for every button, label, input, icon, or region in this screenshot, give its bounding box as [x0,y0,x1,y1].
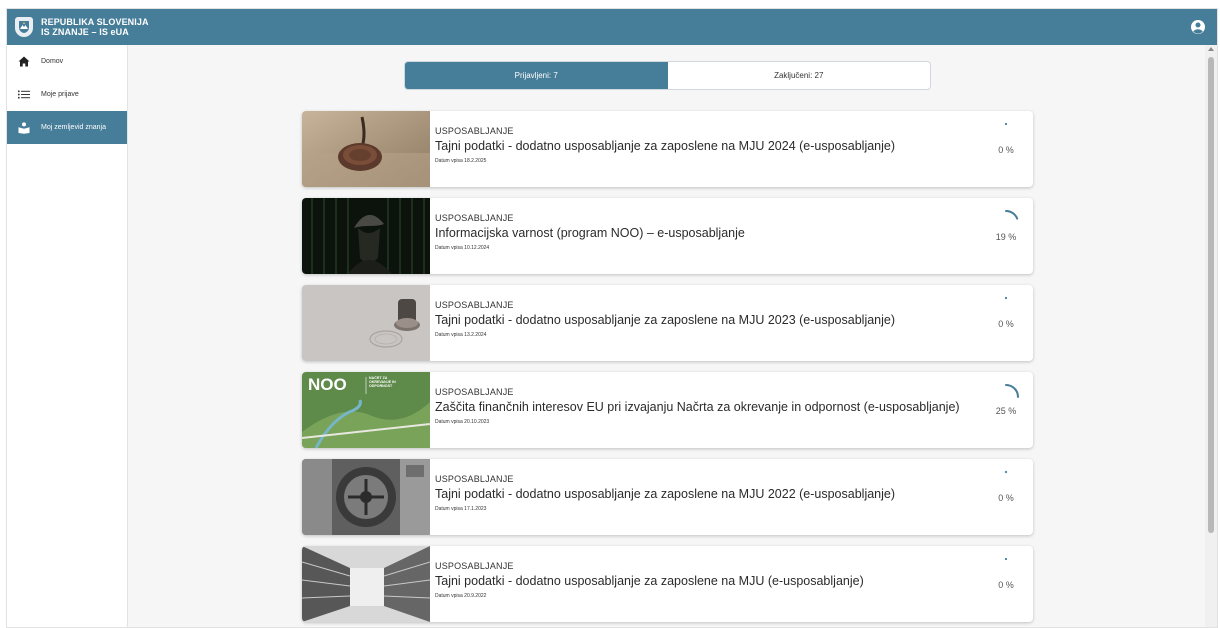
progress-ring: 25 % [989,380,1023,440]
course-title: Zaščita finančnih interesov EU pri izvaj… [435,400,960,414]
course-enrol-date: Datum vpisa 20.10.2023 [435,419,490,425]
sidebar: Domov Moje prijave Moj zemljevid znanja [7,45,128,627]
sidebar-item-label: Moj zemljevid znanja [41,124,106,131]
reader-icon [17,121,31,134]
course-card[interactable]: USPOSABLJANJE Tajni podatki - dodatno us… [302,546,1033,622]
scroll-up-arrow-icon[interactable] [1208,47,1214,51]
progress-ring: 0 % [989,293,1023,353]
scrollbar-thumb[interactable] [1208,57,1214,533]
course-enrol-date: Datum vpisa 20.9.2022 [435,593,487,599]
progress-start-dot [1004,470,1008,474]
tab-prijavljeni[interactable]: Prijavljeni: 7 [405,62,668,89]
progress-percent: 0 % [998,319,1014,329]
course-thumbnail-stamp [302,285,430,361]
course-category: USPOSABLJANJE [435,213,514,223]
course-enrol-date: Datum vpisa 17.1.2023 [435,506,487,512]
brand-line-1: REPUBLIKA SLOVENIJA [41,17,149,27]
sidebar-item-domov[interactable]: Domov [7,45,127,78]
progress-ring: 0 % [989,554,1023,614]
top-bar: REPUBLIKA SLOVENIJA IS ZNANJE – IS eUA [7,9,1217,45]
course-thumbnail-noo: NOO NAČRT ZA OKREVANJE IN ODPORNOST [302,372,430,448]
coat-of-arms-icon [15,17,33,37]
course-enrol-date: Datum vpisa 18.2.2025 [435,158,487,164]
progress-percent: 0 % [998,493,1014,503]
noo-caption: NAČRT ZA OKREVANJE IN ODPORNOST [369,376,396,389]
course-thumbnail-wax-seal [302,111,430,187]
brand-line-2: IS ZNANJE – IS eUA [41,27,129,37]
course-card[interactable]: USPOSABLJANJE Tajni podatki - dodatno us… [302,285,1033,361]
progress-start-dot [1004,122,1008,126]
app-window: REPUBLIKA SLOVENIJA IS ZNANJE – IS eUA D… [6,8,1218,628]
progress-ring: 19 % [989,206,1023,266]
sidebar-item-label: Domov [41,58,64,65]
status-tabs: Prijavljeni: 7 Zaključeni: 27 [404,61,931,90]
course-title: Informacijska varnost (program NOO) – e-… [435,226,745,240]
progress-arc-fill [1005,210,1019,220]
tab-zakljuceni[interactable]: Zaključeni: 27 [668,62,931,89]
course-card[interactable]: USPOSABLJANJE Tajni podatki - dodatno us… [302,459,1033,535]
progress-arc-fill [1005,384,1019,398]
course-category: USPOSABLJANJE [435,474,514,484]
progress-start-dot [1004,296,1008,300]
course-category: USPOSABLJANJE [435,561,514,571]
progress-percent: 19 % [995,232,1017,242]
sidebar-item-moje-prijave[interactable]: Moje prijave [7,78,127,111]
course-list: USPOSABLJANJE Tajni podatki - dodatno us… [302,111,1033,627]
course-card[interactable]: NOO NAČRT ZA OKREVANJE IN ODPORNOST USPO… [302,372,1033,448]
brand[interactable]: REPUBLIKA SLOVENIJA IS ZNANJE – IS eUA [41,17,149,37]
sidebar-item-zemljevid-znanja[interactable]: Moj zemljevid znanja [7,111,127,144]
progress-start-dot [1004,557,1008,561]
course-enrol-date: Datum vpisa 10.12.2024 [435,245,490,251]
main-content: Prijavljeni: 7 Zaključeni: 27 USPOSABLJA… [128,45,1207,627]
course-thumbnail-vault [302,459,430,535]
course-title: Tajni podatki - dodatno usposabljanje za… [435,574,864,588]
course-card[interactable]: USPOSABLJANJE Informacijska varnost (pro… [302,198,1033,274]
course-enrol-date: Datum vpisa 13.2.2024 [435,332,487,338]
progress-percent: 0 % [998,580,1014,590]
progress-ring: 0 % [989,119,1023,179]
course-category: USPOSABLJANJE [435,387,514,397]
course-title: Tajni podatki - dodatno usposabljanje za… [435,313,896,327]
user-circle-icon[interactable] [1189,18,1207,36]
progress-ring: 0 % [989,467,1023,527]
scrollbar[interactable] [1205,45,1217,627]
course-category: USPOSABLJANJE [435,126,514,136]
course-category: USPOSABLJANJE [435,300,514,310]
progress-percent: 0 % [998,145,1014,155]
course-thumbnail-security [302,198,430,274]
noo-logo: NOO [308,375,347,394]
progress-percent: 25 % [995,406,1017,416]
list-icon [17,89,31,101]
course-card[interactable]: USPOSABLJANJE Tajni podatki - dodatno us… [302,111,1033,187]
course-title: Tajni podatki - dodatno usposabljanje za… [435,139,896,153]
sidebar-item-label: Moje prijave [41,91,79,98]
home-icon [17,56,31,68]
course-title: Tajni podatki - dodatno usposabljanje za… [435,487,896,501]
course-thumbnail-archive [302,546,430,622]
